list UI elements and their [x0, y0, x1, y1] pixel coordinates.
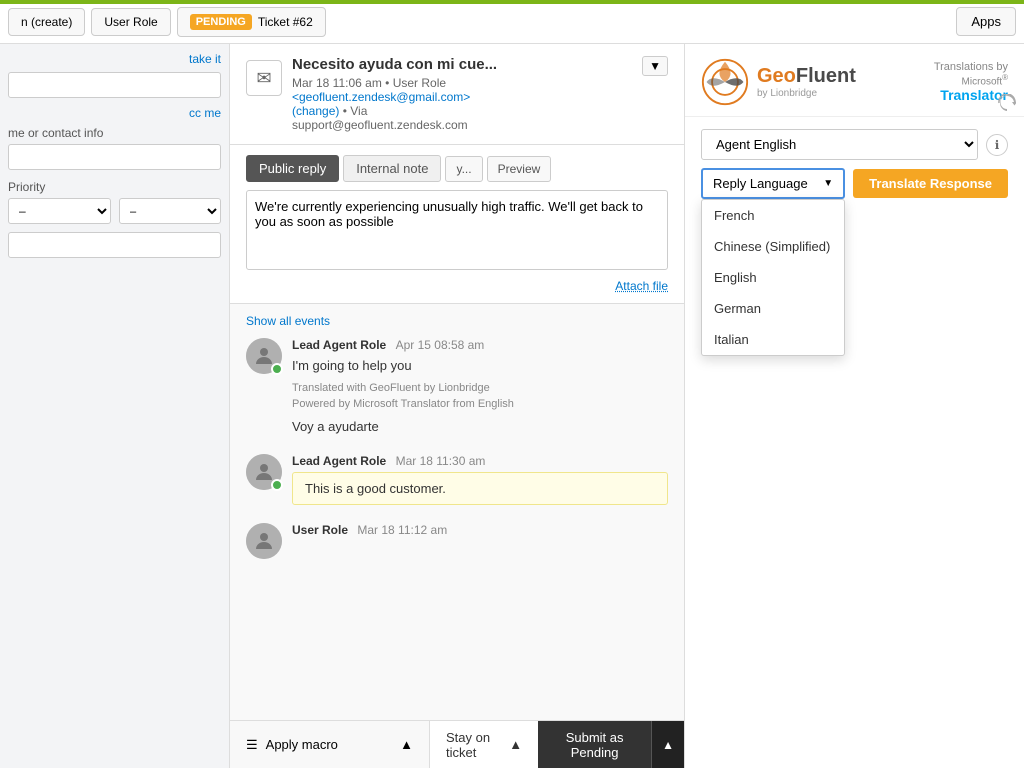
- attach-file-link[interactable]: Attach file: [246, 279, 668, 293]
- event-body-1: Lead Agent Role Apr 15 08:58 am I'm goin…: [292, 338, 668, 436]
- reply-tabs: Public reply Internal note y... Preview: [246, 155, 668, 182]
- email-link[interactable]: <geofluent.zendesk@gmail.com>: [292, 90, 470, 104]
- show-all-events-link[interactable]: Show all events: [246, 314, 668, 328]
- geofluent-controls: Agent English ℹ Reply Language ▼ French …: [685, 117, 1024, 219]
- tab-ticket[interactable]: PENDING Ticket #62: [177, 7, 326, 37]
- center-content: ✉ Necesito ayuda con mi cue... Mar 18 11…: [230, 44, 684, 768]
- bottom-bar: ☰ Apply macro ▲ Stay on ticket ▲ Submit …: [230, 720, 684, 768]
- pending-badge: PENDING: [190, 14, 252, 30]
- contact-label: me or contact info: [8, 126, 221, 140]
- event-body-3: User Role Mar 18 11:12 am: [292, 523, 668, 559]
- ticket-subject: Necesito ayuda con mi cue...: [292, 56, 632, 73]
- geofluent-logo: GeoFluent by Lionbridge: [701, 58, 856, 106]
- stay-on-ticket-button[interactable]: Stay on ticket ▲: [430, 730, 538, 760]
- refresh-icon[interactable]: [998, 94, 1016, 115]
- cc-me-link[interactable]: cc me: [8, 106, 221, 120]
- ticket-dropdown-arrow[interactable]: ▼: [642, 56, 668, 76]
- public-reply-tab[interactable]: Public reply: [246, 155, 339, 182]
- tab-user-role[interactable]: User Role: [91, 8, 170, 36]
- lang-option-italian[interactable]: Italian: [702, 324, 844, 355]
- apply-macro-arrow: ▲: [400, 737, 413, 752]
- avatar-3: [246, 523, 282, 559]
- apply-macro-button[interactable]: ☰ Apply macro ▲: [230, 721, 430, 768]
- stay-ticket-arrow: ▲: [509, 737, 522, 752]
- submit-pending-button[interactable]: Submit as Pending: [538, 721, 651, 768]
- event-note-2: This is a good customer.: [292, 472, 668, 505]
- change-link[interactable]: (change): [292, 104, 339, 118]
- reply-textarea[interactable]: We're currently experiencing unusually h…: [246, 190, 668, 270]
- online-indicator-1: [271, 363, 283, 375]
- apps-button[interactable]: Apps: [956, 7, 1016, 36]
- event-translated-1: Translated with GeoFluent by Lionbridge …: [292, 380, 668, 413]
- avatar-img-3: [246, 523, 282, 559]
- logo-text: GeoFluent by Lionbridge: [757, 65, 856, 99]
- info-icon[interactable]: ℹ: [986, 134, 1008, 156]
- avatar-2: [246, 454, 282, 490]
- lang-option-english[interactable]: English: [702, 262, 844, 293]
- reply-area: Public reply Internal note y... Preview …: [230, 145, 684, 304]
- event-text-1: I'm going to help you: [292, 356, 668, 376]
- ticket-meta: Mar 18 11:06 am • User Role <geofluent.z…: [292, 76, 632, 132]
- event-item-1: Lead Agent Role Apr 15 08:58 am I'm goin…: [246, 338, 668, 436]
- lang-option-french[interactable]: French: [702, 200, 844, 231]
- lang-option-german[interactable]: German: [702, 293, 844, 324]
- priority-label: Priority: [8, 180, 221, 194]
- internal-note-tab[interactable]: Internal note: [343, 155, 441, 182]
- event-item-3: User Role Mar 18 11:12 am: [246, 523, 668, 559]
- agent-language-select[interactable]: Agent English: [701, 129, 978, 160]
- avatar-1: [246, 338, 282, 374]
- events-area: Show all events Lead Agent Role Apr 15 0…: [230, 304, 684, 720]
- contact-input[interactable]: [8, 144, 221, 170]
- event-header-3: User Role Mar 18 11:12 am: [292, 523, 668, 537]
- priority-row: – –: [8, 198, 221, 224]
- mail-icon: ✉: [246, 60, 282, 96]
- reply-language-row: Reply Language ▼ French Chinese (Simplif…: [701, 168, 1008, 199]
- ticket-header: ✉ Necesito ayuda con mi cue... Mar 18 11…: [230, 44, 684, 145]
- event-header-1: Lead Agent Role Apr 15 08:58 am: [292, 338, 668, 352]
- top-bar: n (create) User Role PENDING Ticket #62 …: [0, 0, 1024, 44]
- reply-language-dropdown: French Chinese (Simplified) English Germ…: [701, 199, 845, 356]
- sidebar-extra-input[interactable]: [8, 232, 221, 258]
- submit-button-group: Submit as Pending ▲: [538, 721, 684, 768]
- lang-option-chinese[interactable]: Chinese (Simplified): [702, 231, 844, 262]
- online-indicator-2: [271, 479, 283, 491]
- event-header-2: Lead Agent Role Mar 18 11:30 am: [292, 454, 668, 468]
- ticket-number: Ticket #62: [258, 15, 313, 29]
- translate-response-button[interactable]: Translate Response: [853, 169, 1008, 198]
- geofluent-panel: GeoFluent by Lionbridge Translations by …: [684, 44, 1024, 768]
- tab-y[interactable]: y...: [445, 156, 482, 182]
- apply-macro-label: Apply macro: [266, 737, 338, 752]
- priority-select[interactable]: –: [8, 198, 111, 224]
- priority-select2[interactable]: –: [119, 198, 222, 224]
- tab-create[interactable]: n (create): [8, 8, 85, 36]
- reply-language-dropdown-container: Reply Language ▼ French Chinese (Simplif…: [701, 168, 845, 199]
- event-voy-1: Voy a ayudarte: [292, 417, 668, 437]
- assignee-input[interactable]: [8, 72, 221, 98]
- translator-brand: Translations by Microsoft® Translator: [934, 61, 1008, 103]
- event-item-2: Lead Agent Role Mar 18 11:30 am This is …: [246, 454, 668, 505]
- preview-tab[interactable]: Preview: [487, 156, 552, 182]
- agent-language-row: Agent English ℹ: [701, 129, 1008, 160]
- main-layout: take it cc me me or contact info Priorit…: [0, 44, 1024, 768]
- take-it-link[interactable]: take it: [8, 52, 221, 66]
- list-icon: ☰: [246, 737, 258, 753]
- event-body-2: Lead Agent Role Mar 18 11:30 am This is …: [292, 454, 668, 505]
- reply-language-select[interactable]: Reply Language ▼: [701, 168, 845, 199]
- submit-dropdown-arrow[interactable]: ▲: [651, 721, 684, 768]
- left-sidebar: take it cc me me or contact info Priorit…: [0, 44, 230, 768]
- geofluent-header: GeoFluent by Lionbridge Translations by …: [685, 44, 1024, 117]
